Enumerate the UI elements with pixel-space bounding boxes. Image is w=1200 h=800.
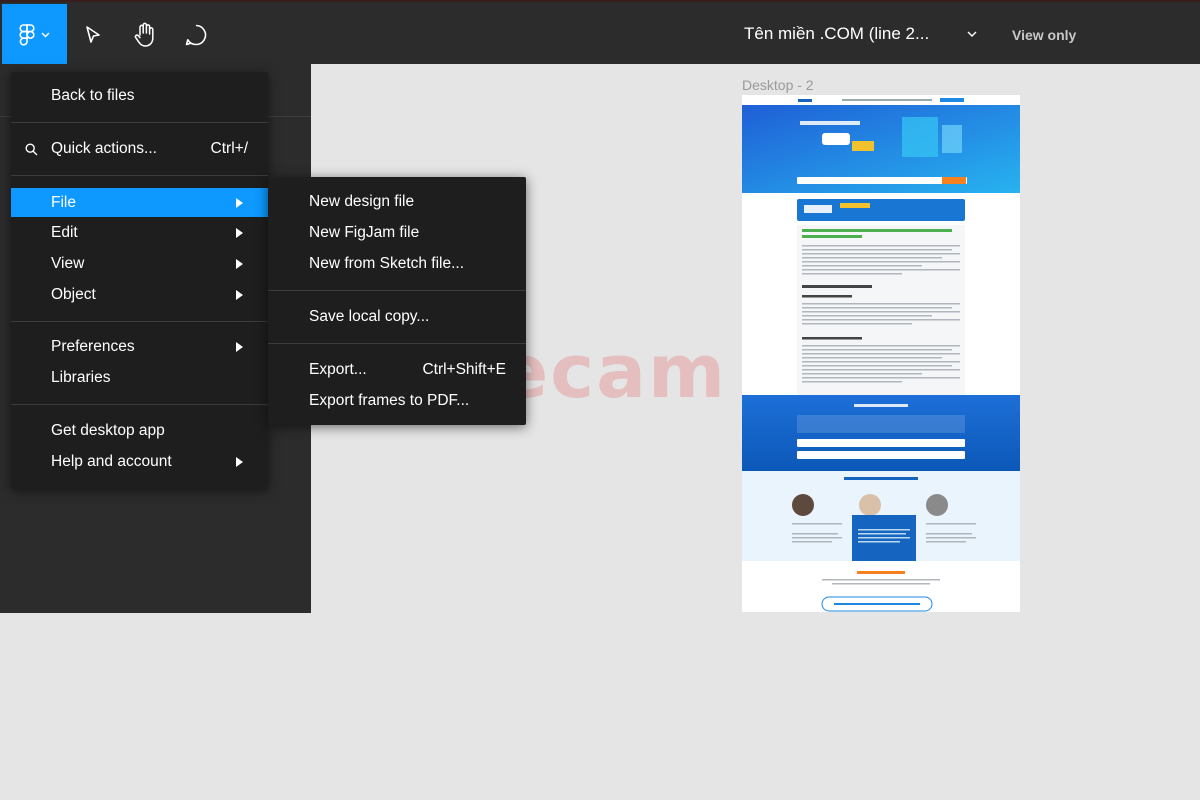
menu-item-label: New design file (309, 193, 415, 210)
menu-item-label: New from Sketch file... (309, 255, 465, 272)
menu-item-object[interactable]: Object (11, 282, 268, 308)
shortcut-text: Ctrl+/ (210, 140, 248, 157)
menu-divider (268, 343, 526, 344)
comment-tool-button[interactable] (170, 4, 222, 66)
menu-item-file[interactable]: File (11, 188, 268, 217)
menu-item-new-design-file[interactable]: New design file (268, 189, 526, 215)
menu-divider (11, 404, 268, 405)
menu-item-label: Edit (51, 224, 78, 241)
file-title-chevron-button[interactable] (962, 24, 982, 44)
menu-item-export-frames-pdf[interactable]: Export frames to PDF... (268, 388, 526, 414)
menu-item-label: Get desktop app (51, 422, 165, 439)
menu-item-preferences[interactable]: Preferences (11, 334, 268, 360)
top-toolbar: Tên miền .COM (line 2... View only (0, 0, 1200, 66)
frame-preview[interactable] (742, 95, 1020, 612)
view-only-badge: View only (1012, 27, 1077, 43)
main-menu-button[interactable] (2, 4, 67, 66)
menu-item-label: View (51, 255, 85, 272)
menu-item-new-from-sketch[interactable]: New from Sketch file... (268, 251, 526, 277)
file-submenu: New design file New FigJam file New from… (268, 177, 526, 425)
chevron-down-icon (967, 31, 977, 37)
menu-divider (11, 175, 268, 176)
menu-item-export[interactable]: Export... Ctrl+Shift+E (268, 357, 526, 383)
website-thumbnail-image (742, 95, 1020, 612)
menu-item-label: Preferences (51, 338, 135, 355)
menu-item-back-to-files[interactable]: Back to files (11, 83, 268, 109)
submenu-arrow-icon (236, 457, 243, 467)
hand-tool-icon (134, 22, 154, 47)
menu-item-libraries[interactable]: Libraries (11, 365, 268, 391)
menu-item-view[interactable]: View (11, 251, 268, 277)
chevron-down-icon (41, 32, 50, 38)
menu-item-label: Quick actions... (51, 140, 157, 157)
menu-item-quick-actions[interactable]: Quick actions... Ctrl+/ (11, 136, 268, 162)
menu-item-new-figjam-file[interactable]: New FigJam file (268, 220, 526, 246)
figma-logo-icon (19, 24, 35, 46)
menu-item-label: New FigJam file (309, 224, 420, 241)
move-tool-button[interactable] (67, 4, 119, 66)
menu-item-label: Export... (309, 361, 367, 378)
file-title[interactable]: Tên miền .COM (line 2... (744, 24, 929, 44)
shortcut-text: Ctrl+Shift+E (422, 361, 506, 378)
menu-item-label: File (51, 193, 76, 211)
submenu-arrow-icon (236, 228, 243, 238)
menu-item-get-desktop-app[interactable]: Get desktop app (11, 418, 268, 444)
comment-icon (185, 24, 207, 46)
menu-item-label: Libraries (51, 369, 111, 386)
submenu-arrow-icon (236, 259, 243, 269)
main-menu-dropdown: Back to files Quick actions... Ctrl+/ Fi… (11, 72, 268, 489)
menu-item-help-and-account[interactable]: Help and account (11, 449, 268, 475)
menu-item-edit[interactable]: Edit (11, 220, 268, 246)
menu-item-label: Back to files (51, 87, 135, 104)
menu-item-label: Save local copy... (309, 308, 430, 325)
menu-item-label: Help and account (51, 453, 172, 470)
menu-item-save-local-copy[interactable]: Save local copy... (268, 304, 526, 330)
submenu-arrow-icon (236, 290, 243, 300)
hand-tool-button[interactable] (119, 4, 171, 66)
menu-item-label: Object (51, 286, 96, 303)
menu-divider (268, 290, 526, 291)
search-icon (25, 142, 38, 155)
submenu-arrow-icon (236, 342, 243, 352)
frame-label[interactable]: Desktop - 2 (742, 77, 814, 93)
menu-divider (11, 321, 268, 322)
menu-divider (11, 122, 268, 123)
submenu-arrow-icon (236, 197, 243, 208)
menu-item-label: Export frames to PDF... (309, 392, 470, 409)
move-tool-icon (86, 26, 100, 43)
